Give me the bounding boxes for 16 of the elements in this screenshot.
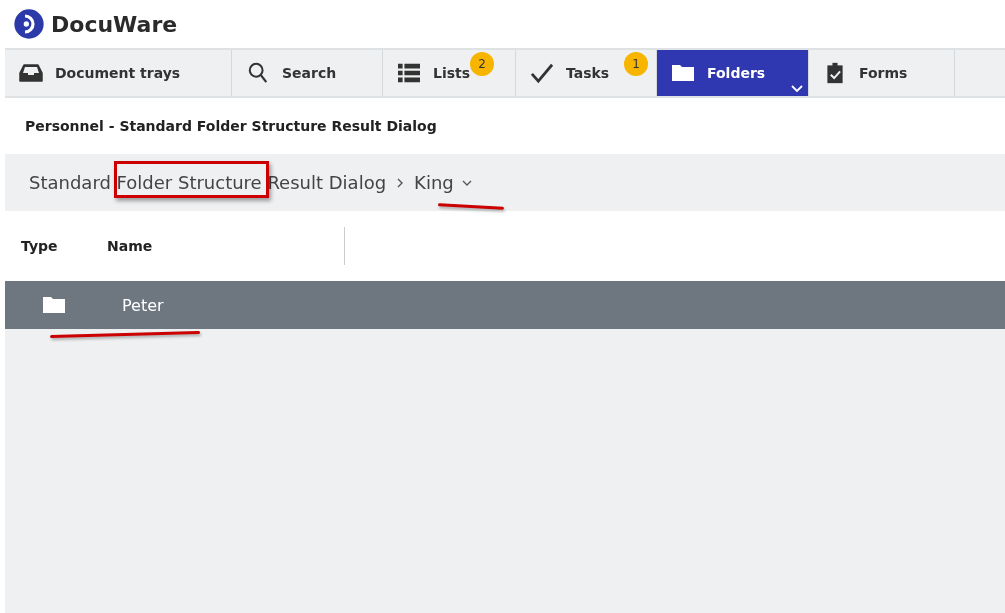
nav-tab[interactable]: Search bbox=[232, 50, 383, 96]
page-title: Personnel - Standard Folder Structure Result Dialog bbox=[24, 117, 438, 136]
nav-tab[interactable]: Lists 2 bbox=[383, 50, 516, 96]
app-name: DocuWare bbox=[51, 11, 178, 37]
table-cell: Peter bbox=[122, 295, 164, 315]
nav-tab[interactable]: Folders bbox=[657, 50, 809, 96]
nav-tab[interactable]: Document trays bbox=[5, 50, 232, 96]
count-badge: 1 bbox=[624, 52, 648, 76]
nav-tab[interactable]: Tasks 1 bbox=[516, 50, 657, 96]
count-badge: 2 bbox=[470, 52, 494, 76]
column-header[interactable]: Type bbox=[5, 238, 107, 254]
nav-tab[interactable]: Forms bbox=[809, 50, 955, 96]
column-header[interactable]: Name bbox=[107, 238, 153, 254]
table-row[interactable]: Peter bbox=[5, 281, 1005, 329]
breadcrumb-item[interactable]: King bbox=[414, 172, 472, 193]
breadcrumb-item[interactable]: Standard Folder Structure Result Dialog bbox=[29, 172, 387, 193]
